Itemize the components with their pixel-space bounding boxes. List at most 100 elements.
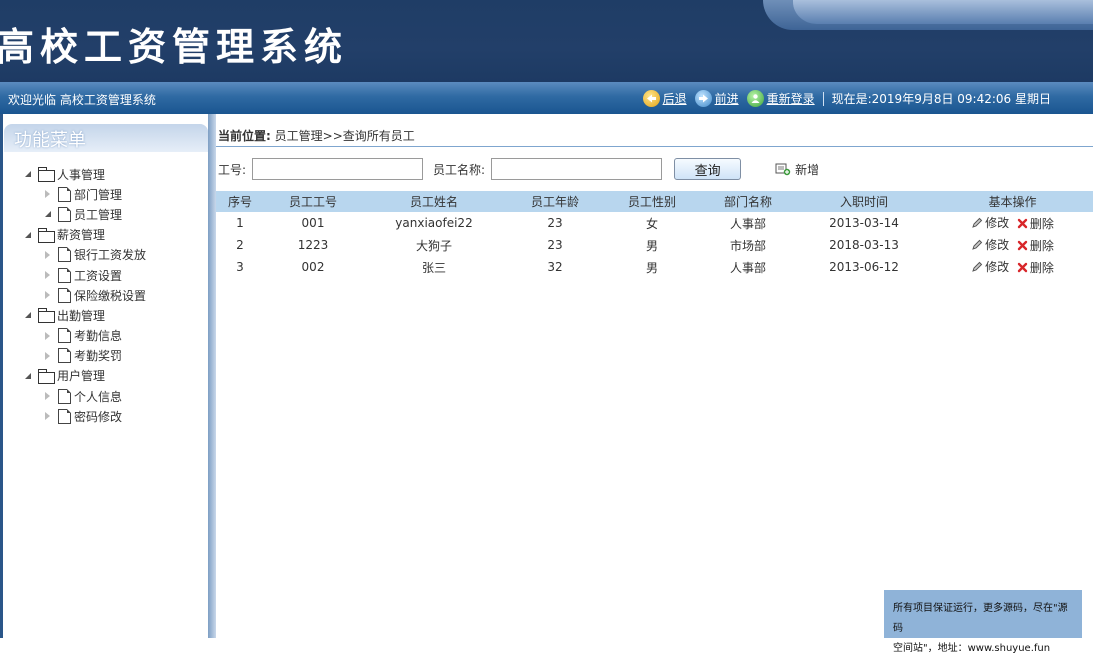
column-header: 员工年龄 (530, 195, 579, 209)
column-header: 部门名称 (723, 195, 772, 209)
menu-item-insurance-tax[interactable]: 保险缴税设置 (22, 285, 146, 305)
footer-note: 所有项目保证运行，更多源码，尽在"源码 空间站"，地址：www.shuyue.f… (884, 590, 1082, 654)
table-row: 2 1223 大狗子 23 男 市场部 2018-03-13 修改 删除 (216, 234, 1093, 256)
menu-group-user[interactable]: 用户管理 (22, 366, 146, 386)
document-icon (58, 408, 71, 424)
cell-index: 2 (236, 238, 244, 252)
cell-gender: 女 (645, 216, 658, 231)
cell-hire-date: 2013-03-14 (829, 216, 899, 230)
sidebar: 功能菜单 人事管理 部门管理 员工管理 薪资管理 银行工资发放 工资设置 保险缴… (0, 114, 216, 638)
cell-actions: 修改 删除 (932, 212, 1093, 234)
cell-index: 3 (236, 260, 244, 274)
menu-item-attendance-info[interactable]: 考勤信息 (22, 326, 146, 346)
add-icon (775, 163, 791, 176)
menu-group-personnel[interactable]: 人事管理 (22, 164, 146, 184)
expanded-triangle-icon (42, 208, 54, 220)
menu-item-password[interactable]: 密码修改 (22, 406, 146, 426)
pencil-icon (972, 217, 983, 228)
banner-decoration-highlight (793, 0, 1093, 24)
folder-icon (38, 368, 55, 384)
expanded-triangle-icon[interactable] (22, 309, 34, 321)
forward-link[interactable]: 前进 (694, 90, 739, 107)
user-icon (746, 90, 764, 107)
cell-age: 32 (547, 260, 563, 274)
pencil-icon (972, 239, 983, 250)
relogin-label: 重新登录 (766, 92, 815, 106)
edit-button[interactable]: 修改 (971, 214, 1009, 231)
delete-button[interactable]: 删除 (1017, 237, 1054, 254)
cell-gender: 男 (645, 238, 658, 253)
menu-group-salary[interactable]: 薪资管理 (22, 225, 146, 245)
column-header: 入职时间 (839, 195, 888, 209)
cell-hire-date: 2018-03-13 (829, 238, 899, 252)
expanded-triangle-icon[interactable] (22, 370, 34, 382)
cell-index: 1 (236, 216, 244, 230)
menu-group-label: 人事管理 (57, 167, 106, 182)
menu-group-attendance[interactable]: 出勤管理 (22, 305, 146, 325)
collapsed-triangle-icon (42, 390, 54, 402)
query-button[interactable]: 查询 (674, 158, 742, 180)
cell-department: 市场部 (729, 238, 766, 253)
delete-x-icon (1017, 262, 1028, 272)
expanded-triangle-icon[interactable] (22, 168, 34, 180)
edit-label: 修改 (985, 216, 1010, 231)
edit-button[interactable]: 修改 (971, 258, 1009, 275)
menu-group-label: 用户管理 (57, 369, 106, 384)
document-icon (58, 348, 71, 364)
back-link[interactable]: 后退 (642, 90, 687, 107)
document-icon (58, 206, 71, 222)
delete-x-icon (1017, 240, 1028, 250)
edit-label: 修改 (985, 238, 1010, 253)
menu-item-label: 银行工资发放 (74, 248, 147, 263)
collapsed-triangle-icon (42, 249, 54, 261)
pencil-icon (972, 261, 983, 272)
cell-employee-name: 张三 (421, 260, 446, 275)
delete-button[interactable]: 删除 (1017, 259, 1054, 276)
expanded-triangle-icon[interactable] (22, 229, 34, 241)
delete-label: 删除 (1029, 238, 1054, 253)
edit-button[interactable]: 修改 (971, 236, 1009, 253)
menu-item-label: 密码修改 (74, 409, 123, 424)
folder-icon (38, 167, 55, 183)
menu-item-bank-salary[interactable]: 银行工资发放 (22, 245, 146, 265)
cell-employee-id: 1223 (297, 238, 329, 252)
folder-icon (38, 308, 55, 324)
add-label: 新增 (795, 162, 820, 177)
edit-label: 修改 (985, 260, 1010, 275)
menu-item-label: 员工管理 (74, 207, 123, 222)
relogin-link[interactable]: 重新登录 (746, 90, 815, 107)
document-icon (58, 247, 71, 263)
employee-table: 序号 员工工号 员工姓名 员工年龄 员工性别 部门名称 入职时间 基本操作 1 … (216, 191, 1093, 278)
menu-item-department[interactable]: 部门管理 (22, 184, 146, 204)
cell-employee-name: 大狗子 (415, 238, 452, 253)
document-icon (58, 287, 71, 303)
menu-item-salary-settings[interactable]: 工资设置 (22, 265, 146, 285)
column-header: 员工工号 (288, 195, 337, 209)
document-icon (58, 186, 71, 202)
menu-item-employee[interactable]: 员工管理 (22, 204, 146, 224)
employee-id-input[interactable] (252, 158, 424, 180)
breadcrumb-divider (216, 146, 1093, 147)
table-header-row: 序号 员工工号 员工姓名 员工年龄 员工性别 部门名称 入职时间 基本操作 (216, 191, 1093, 212)
column-header: 员工姓名 (409, 195, 458, 209)
menu-item-label: 考勤信息 (74, 329, 123, 344)
sidebar-title: 功能菜单 (4, 124, 208, 152)
employee-name-input[interactable] (491, 158, 663, 180)
column-header: 序号 (227, 195, 252, 209)
cell-hire-date: 2013-06-12 (829, 260, 899, 274)
cell-employee-name: yanxiaofei22 (395, 216, 473, 230)
cell-department: 人事部 (729, 260, 766, 275)
column-header: 员工性别 (627, 195, 676, 209)
menu-item-label: 工资设置 (74, 268, 123, 283)
forward-arrow-icon (694, 90, 712, 107)
menu-item-attendance-reward[interactable]: 考勤奖罚 (22, 346, 146, 366)
menu-tree: 人事管理 部门管理 员工管理 薪资管理 银行工资发放 工资设置 保险缴税设置 出… (22, 164, 146, 426)
app-title: 高校工资管理系统 (0, 25, 349, 69)
cell-actions: 修改 删除 (932, 234, 1093, 256)
table-row: 1 001 yanxiaofei22 23 女 人事部 2013-03-14 修… (216, 212, 1093, 234)
add-employee-button[interactable]: 新增 (775, 161, 819, 178)
delete-button[interactable]: 删除 (1017, 215, 1054, 232)
document-icon (58, 267, 71, 283)
menu-item-personal-info[interactable]: 个人信息 (22, 386, 146, 406)
cell-employee-id: 001 (301, 216, 325, 230)
